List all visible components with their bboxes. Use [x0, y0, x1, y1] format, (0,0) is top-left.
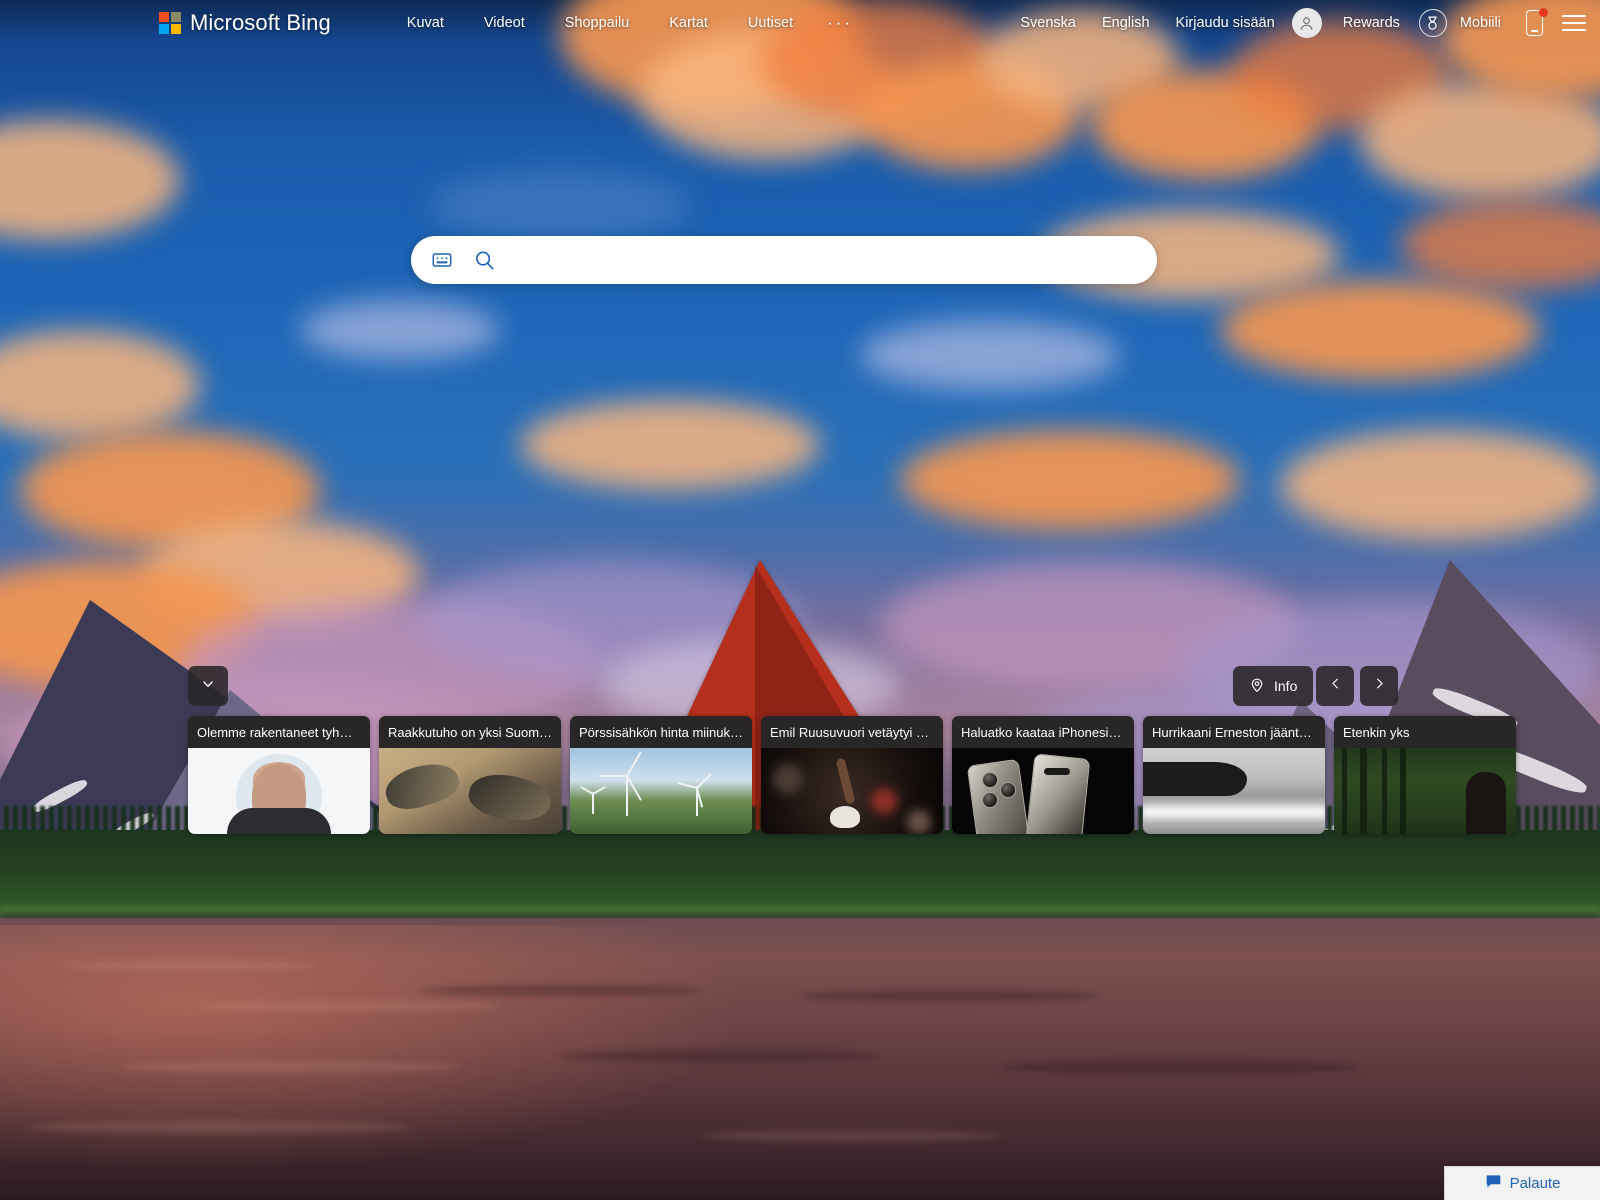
- nav-item-shoppailu[interactable]: Shoppailu: [545, 9, 650, 37]
- keyboard-icon[interactable]: [421, 239, 463, 281]
- card-title: Olemme rakentaneet tyh…: [188, 716, 370, 748]
- card-thumbnail: [761, 748, 943, 834]
- person-avatar-icon[interactable]: [1291, 8, 1322, 38]
- medal-icon[interactable]: [1418, 9, 1447, 37]
- card-title: Hurrikaani Erneston jäänt…: [1143, 716, 1325, 748]
- card-title: Raakkutuho on yksi Suom…: [379, 716, 561, 748]
- card-title: Pörssisähkön hinta miinuk…: [570, 716, 752, 748]
- bing-homepage: Microsoft Bing Kuvat Videot Shoppailu Ka…: [0, 0, 1600, 1200]
- list-item[interactable]: Pörssisähkön hinta miinuk…: [570, 716, 752, 834]
- chevron-left-icon: [1328, 676, 1343, 696]
- search-icon[interactable]: [463, 239, 505, 281]
- bing-logo-text: Microsoft Bing: [190, 10, 331, 35]
- nav-item-uutiset[interactable]: Uutiset: [728, 9, 813, 37]
- list-item[interactable]: Raakkutuho on yksi Suom…: [379, 716, 561, 834]
- sign-in-link[interactable]: Kirjaudu sisään: [1163, 9, 1288, 37]
- feedback-button[interactable]: Palaute: [1444, 1166, 1600, 1200]
- list-item[interactable]: Haluatko kaataa iPhonesi…: [952, 716, 1134, 834]
- card-thumbnail: [952, 748, 1134, 834]
- card-title: Emil Ruusuvuori vetäytyi …: [761, 716, 943, 748]
- search-container: [411, 236, 1157, 284]
- card-thumbnail: [570, 748, 752, 834]
- notification-dot: [1539, 8, 1548, 17]
- header-right-cluster: Svenska English Kirjaudu sisään Rewards …: [1007, 8, 1586, 38]
- next-image-button[interactable]: [1360, 666, 1398, 706]
- card-thumbnail: [379, 748, 561, 834]
- feedback-label: Palaute: [1509, 1175, 1561, 1192]
- mobile-link[interactable]: Mobiili: [1447, 9, 1514, 37]
- card-thumbnail: [1334, 748, 1516, 834]
- nav-overflow-icon[interactable]: ···: [813, 7, 867, 39]
- chevron-right-icon: [1372, 676, 1387, 696]
- nav-item-kartat[interactable]: Kartat: [649, 9, 728, 37]
- list-item[interactable]: Etenkin yks: [1334, 716, 1516, 834]
- search-box[interactable]: [411, 236, 1157, 284]
- image-info-label: Info: [1274, 678, 1298, 694]
- language-english-link[interactable]: English: [1089, 9, 1163, 37]
- nav-item-kuvat[interactable]: Kuvat: [387, 9, 464, 37]
- nav-item-videot[interactable]: Videot: [464, 9, 545, 37]
- list-item[interactable]: Hurrikaani Erneston jäänt…: [1143, 716, 1325, 834]
- site-header: Microsoft Bing Kuvat Videot Shoppailu Ka…: [0, 0, 1600, 46]
- collapse-cards-button[interactable]: [188, 666, 228, 706]
- card-title: Etenkin yks: [1334, 716, 1516, 748]
- list-item[interactable]: Olemme rakentaneet tyh…: [188, 716, 370, 834]
- chevron-down-icon: [200, 676, 216, 697]
- search-input[interactable]: [505, 251, 1157, 269]
- language-swedish-link[interactable]: Svenska: [1007, 9, 1089, 37]
- bing-logo[interactable]: Microsoft Bing: [159, 10, 331, 36]
- hamburger-menu-icon[interactable]: [1562, 8, 1586, 38]
- main-nav: Kuvat Videot Shoppailu Kartat Uutiset ··…: [387, 7, 867, 39]
- list-item[interactable]: Emil Ruusuvuori vetäytyi …: [761, 716, 943, 834]
- news-carousel: Olemme rakentaneet tyh… Raakkutuho on yk…: [188, 716, 1516, 834]
- speech-bubble-icon: [1485, 1174, 1502, 1194]
- card-title: Haluatko kaataa iPhonesi…: [952, 716, 1134, 748]
- location-pin-icon: [1249, 677, 1265, 696]
- card-thumbnail: [1143, 748, 1325, 834]
- rewards-link[interactable]: Rewards: [1330, 9, 1413, 37]
- phone-icon[interactable]: [1522, 8, 1548, 38]
- card-thumbnail: [188, 748, 370, 834]
- previous-image-button[interactable]: [1316, 666, 1354, 706]
- image-info-button[interactable]: Info: [1233, 666, 1314, 706]
- background-lake-reflection: [0, 925, 820, 1195]
- microsoft-squares-icon: [159, 12, 181, 34]
